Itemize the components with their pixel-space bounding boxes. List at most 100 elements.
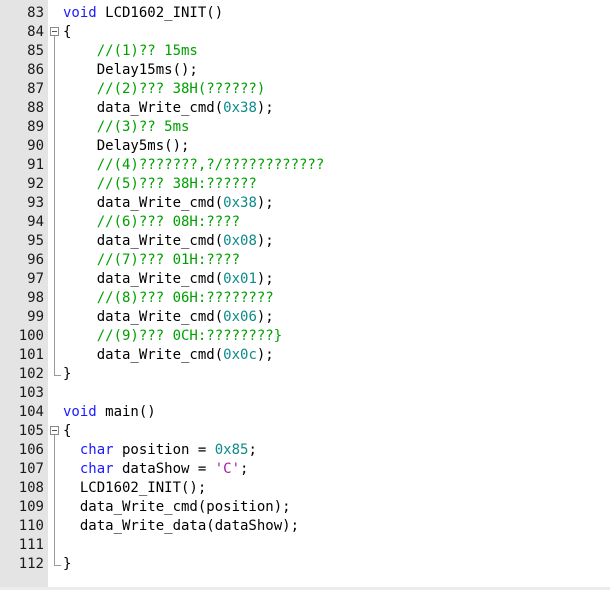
code-line[interactable]: 109 data_Write_cmd(position); <box>0 498 610 517</box>
code-text[interactable]: data_Write_cmd(0x01); <box>63 270 274 289</box>
minus-box-icon[interactable] <box>50 27 59 36</box>
code-text[interactable]: //(1)?? 15ms <box>63 42 198 61</box>
code-text[interactable]: //(4)???????,?/???????????? <box>63 156 325 175</box>
code-text[interactable]: { <box>63 422 71 441</box>
line-number: 102 <box>18 366 44 382</box>
code-line[interactable]: 101 data_Write_cmd(0x0c); <box>0 346 610 365</box>
fold-guide <box>49 479 61 498</box>
code-token: Delay5ms(); <box>63 138 190 154</box>
code-token: } <box>63 556 72 572</box>
keyword-token: void <box>63 404 97 420</box>
code-text[interactable]: data_Write_cmd(0x08); <box>63 232 274 251</box>
code-line[interactable]: 96 //(7)??? 01H:???? <box>0 251 610 270</box>
fold-guide <box>49 137 61 156</box>
code-text[interactable]: } <box>63 365 71 384</box>
line-number: 84 <box>27 24 44 40</box>
code-line[interactable]: 105 { <box>0 422 610 441</box>
code-token: ; <box>240 461 249 477</box>
code-lines[interactable]: 83 void LCD1602_INIT() 84{85 //(1)?? 15ms 8… <box>0 4 610 574</box>
line-number: 88 <box>27 100 44 116</box>
comment-token: //(5)??? 38H:?????? <box>96 176 257 192</box>
code-text[interactable]: LCD1602_INIT(); <box>63 479 206 498</box>
code-line[interactable]: 104 void main() <box>0 403 610 422</box>
code-text[interactable]: //(2)??? 38H(??????) <box>63 80 266 99</box>
code-token: ); <box>256 100 274 116</box>
line-number: 99 <box>27 309 44 325</box>
code-text[interactable]: data_Write_cmd(0x38); <box>63 99 274 118</box>
fold-empty <box>49 384 61 403</box>
code-line[interactable]: 88 data_Write_cmd(0x38); <box>0 99 610 118</box>
fold-guide-line <box>54 536 55 555</box>
line-number: 83 <box>27 5 44 21</box>
fold-guide-line <box>54 118 55 137</box>
code-line[interactable]: 85 //(1)?? 15ms <box>0 42 610 61</box>
code-line[interactable]: 106 char position = 0x85; <box>0 441 610 460</box>
code-line[interactable]: 92 //(5)??? 38H:?????? <box>0 175 610 194</box>
fold-guide-line <box>54 99 55 118</box>
code-text[interactable]: data_Write_cmd(0x06); <box>63 308 274 327</box>
code-token: main() <box>96 404 156 420</box>
code-text[interactable]: void LCD1602_INIT() <box>63 4 223 23</box>
code-line[interactable]: 87 //(2)??? 38H(??????) <box>0 80 610 99</box>
fold-collapse-icon[interactable] <box>49 422 61 441</box>
code-line[interactable]: 108 LCD1602_INIT(); <box>0 479 610 498</box>
code-text[interactable]: } <box>63 555 71 574</box>
fold-collapse-icon[interactable] <box>49 23 61 42</box>
fold-guide-line <box>54 137 55 156</box>
fold-guide <box>49 99 61 118</box>
fold-guide <box>49 289 61 308</box>
comment-token: //(8)??? 06H:???????? <box>96 290 274 306</box>
fold-guide <box>49 80 61 99</box>
fold-end-line <box>54 555 61 566</box>
code-line[interactable]: 112} <box>0 555 610 574</box>
code-line[interactable]: 98 //(8)??? 06H:???????? <box>0 289 610 308</box>
code-text[interactable]: char dataShow = 'C'; <box>63 460 249 479</box>
code-text[interactable]: data_Write_cmd(position); <box>63 498 291 517</box>
code-text[interactable]: Delay5ms(); <box>63 137 190 156</box>
code-line[interactable]: 99 data_Write_cmd(0x06); <box>0 308 610 327</box>
code-line[interactable]: 107 char dataShow = 'C'; <box>0 460 610 479</box>
code-text[interactable]: //(9)??? 0CH:????????} <box>63 327 282 346</box>
code-line[interactable]: 84 { <box>0 23 610 42</box>
code-text[interactable]: data_Write_cmd(0x0c); <box>63 346 274 365</box>
code-text[interactable]: void main() <box>63 403 156 422</box>
code-line[interactable]: 93 data_Write_cmd(0x38); <box>0 194 610 213</box>
code-text[interactable]: //(3)?? 5ms <box>63 118 190 137</box>
code-text[interactable]: data_Write_cmd(0x38); <box>63 194 274 213</box>
fold-guide <box>49 175 61 194</box>
code-line[interactable]: 90 Delay5ms(); <box>0 137 610 156</box>
line-number: 97 <box>27 271 44 287</box>
code-line[interactable]: 97 data_Write_cmd(0x01); <box>0 270 610 289</box>
fold-guide-line <box>54 42 55 61</box>
minus-box-icon[interactable] <box>50 426 59 435</box>
code-line[interactable]: 100 //(9)??? 0CH:????????} <box>0 327 610 346</box>
code-text[interactable]: //(6)??? 08H:???? <box>63 213 240 232</box>
code-line[interactable]: 102} <box>0 365 610 384</box>
number-token: 0x38 <box>223 195 257 211</box>
code-line[interactable]: 94 //(6)??? 08H:???? <box>0 213 610 232</box>
string-token: 'C' <box>214 461 241 477</box>
code-line[interactable]: 86 Delay15ms(); <box>0 61 610 80</box>
code-token: ); <box>256 233 274 249</box>
code-editor[interactable]: 83 void LCD1602_INIT() 84{85 //(1)?? 15ms 8… <box>0 0 610 590</box>
code-line[interactable]: 91 //(4)???????,?/???????????? <box>0 156 610 175</box>
code-text[interactable]: { <box>63 23 71 42</box>
code-line[interactable]: 95 data_Write_cmd(0x08); <box>0 232 610 251</box>
code-text[interactable]: Delay15ms(); <box>63 61 198 80</box>
code-line[interactable]: 83 void LCD1602_INIT() <box>0 4 610 23</box>
line-number: 91 <box>27 157 44 173</box>
code-line[interactable]: 103 <box>0 384 610 403</box>
code-text[interactable]: //(8)??? 06H:???????? <box>63 289 274 308</box>
fold-guide-line <box>54 80 55 99</box>
code-text[interactable]: //(5)??? 38H:?????? <box>63 175 257 194</box>
code-line[interactable]: 110 data_Write_data(dataShow); <box>0 517 610 536</box>
code-text[interactable]: data_Write_data(dataShow); <box>63 517 299 536</box>
code-line[interactable]: 89 //(3)?? 5ms <box>0 118 610 137</box>
code-text[interactable]: //(7)??? 01H:???? <box>63 251 240 270</box>
code-line[interactable]: 111 <box>0 536 610 555</box>
fold-guide-line <box>54 498 55 517</box>
code-text[interactable]: char position = 0x85; <box>63 441 257 460</box>
